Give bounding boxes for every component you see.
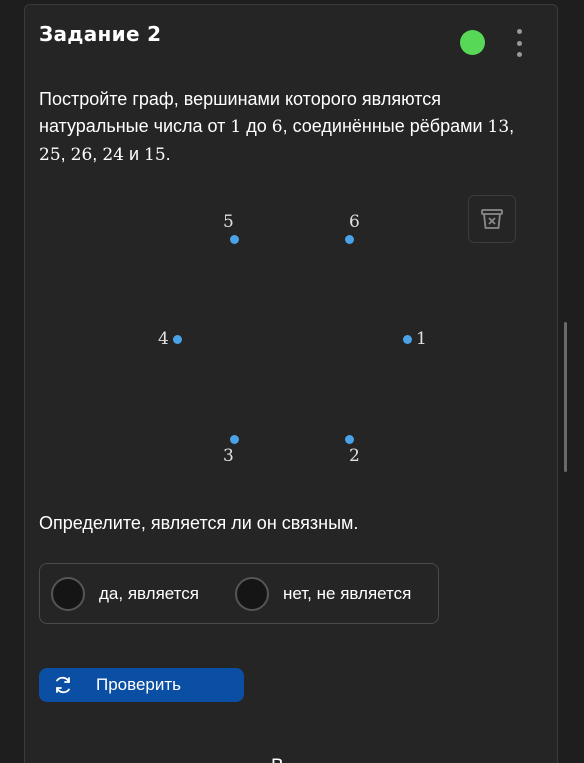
radio-yes[interactable] — [51, 577, 85, 611]
vertex-label-1: 1 — [416, 329, 427, 349]
option-yes-label: да, является — [99, 584, 199, 603]
check-button[interactable]: Проверить — [39, 668, 244, 702]
answer-options: да, является нет, не является — [39, 563, 439, 624]
page: Задание 2 Постройте граф, вершинами кото… — [0, 0, 584, 763]
option-no[interactable]: нет, не является — [235, 576, 411, 612]
check-button-label: Проверить — [96, 675, 182, 694]
vertex-label-5: 5 — [223, 212, 234, 232]
vertex-label-4: 4 — [158, 329, 169, 349]
vertex-3[interactable] — [230, 435, 239, 444]
task-statement: Постройте граф, вершинами которого являю… — [39, 89, 515, 165]
option-no-label: нет, не является — [283, 584, 412, 603]
radio-no[interactable] — [235, 577, 269, 611]
vertex-label-6: 6 — [349, 212, 360, 232]
refresh-icon — [53, 675, 73, 695]
status-indicator — [460, 30, 485, 55]
vertex-label-3: 3 — [223, 446, 234, 466]
vertex-5[interactable] — [230, 235, 239, 244]
vertex-4[interactable] — [173, 335, 182, 344]
option-yes[interactable]: да, является — [51, 576, 199, 612]
task-title: Задание 2 — [39, 22, 162, 46]
vertex-6[interactable] — [345, 235, 354, 244]
trash-clear-icon — [481, 209, 503, 229]
vertex-label-2: 2 — [349, 446, 360, 466]
question-text: Определите, является ли он связным. — [39, 513, 359, 533]
clear-graph-button[interactable] — [468, 195, 516, 243]
vertex-1[interactable] — [403, 335, 412, 344]
kebab-menu-icon[interactable] — [511, 29, 527, 57]
graph-canvas[interactable]: 5 6 4 1 3 2 — [140, 200, 440, 480]
scrollbar[interactable] — [564, 322, 567, 472]
next-section-heading: В — [271, 756, 521, 763]
vertex-2[interactable] — [345, 435, 354, 444]
